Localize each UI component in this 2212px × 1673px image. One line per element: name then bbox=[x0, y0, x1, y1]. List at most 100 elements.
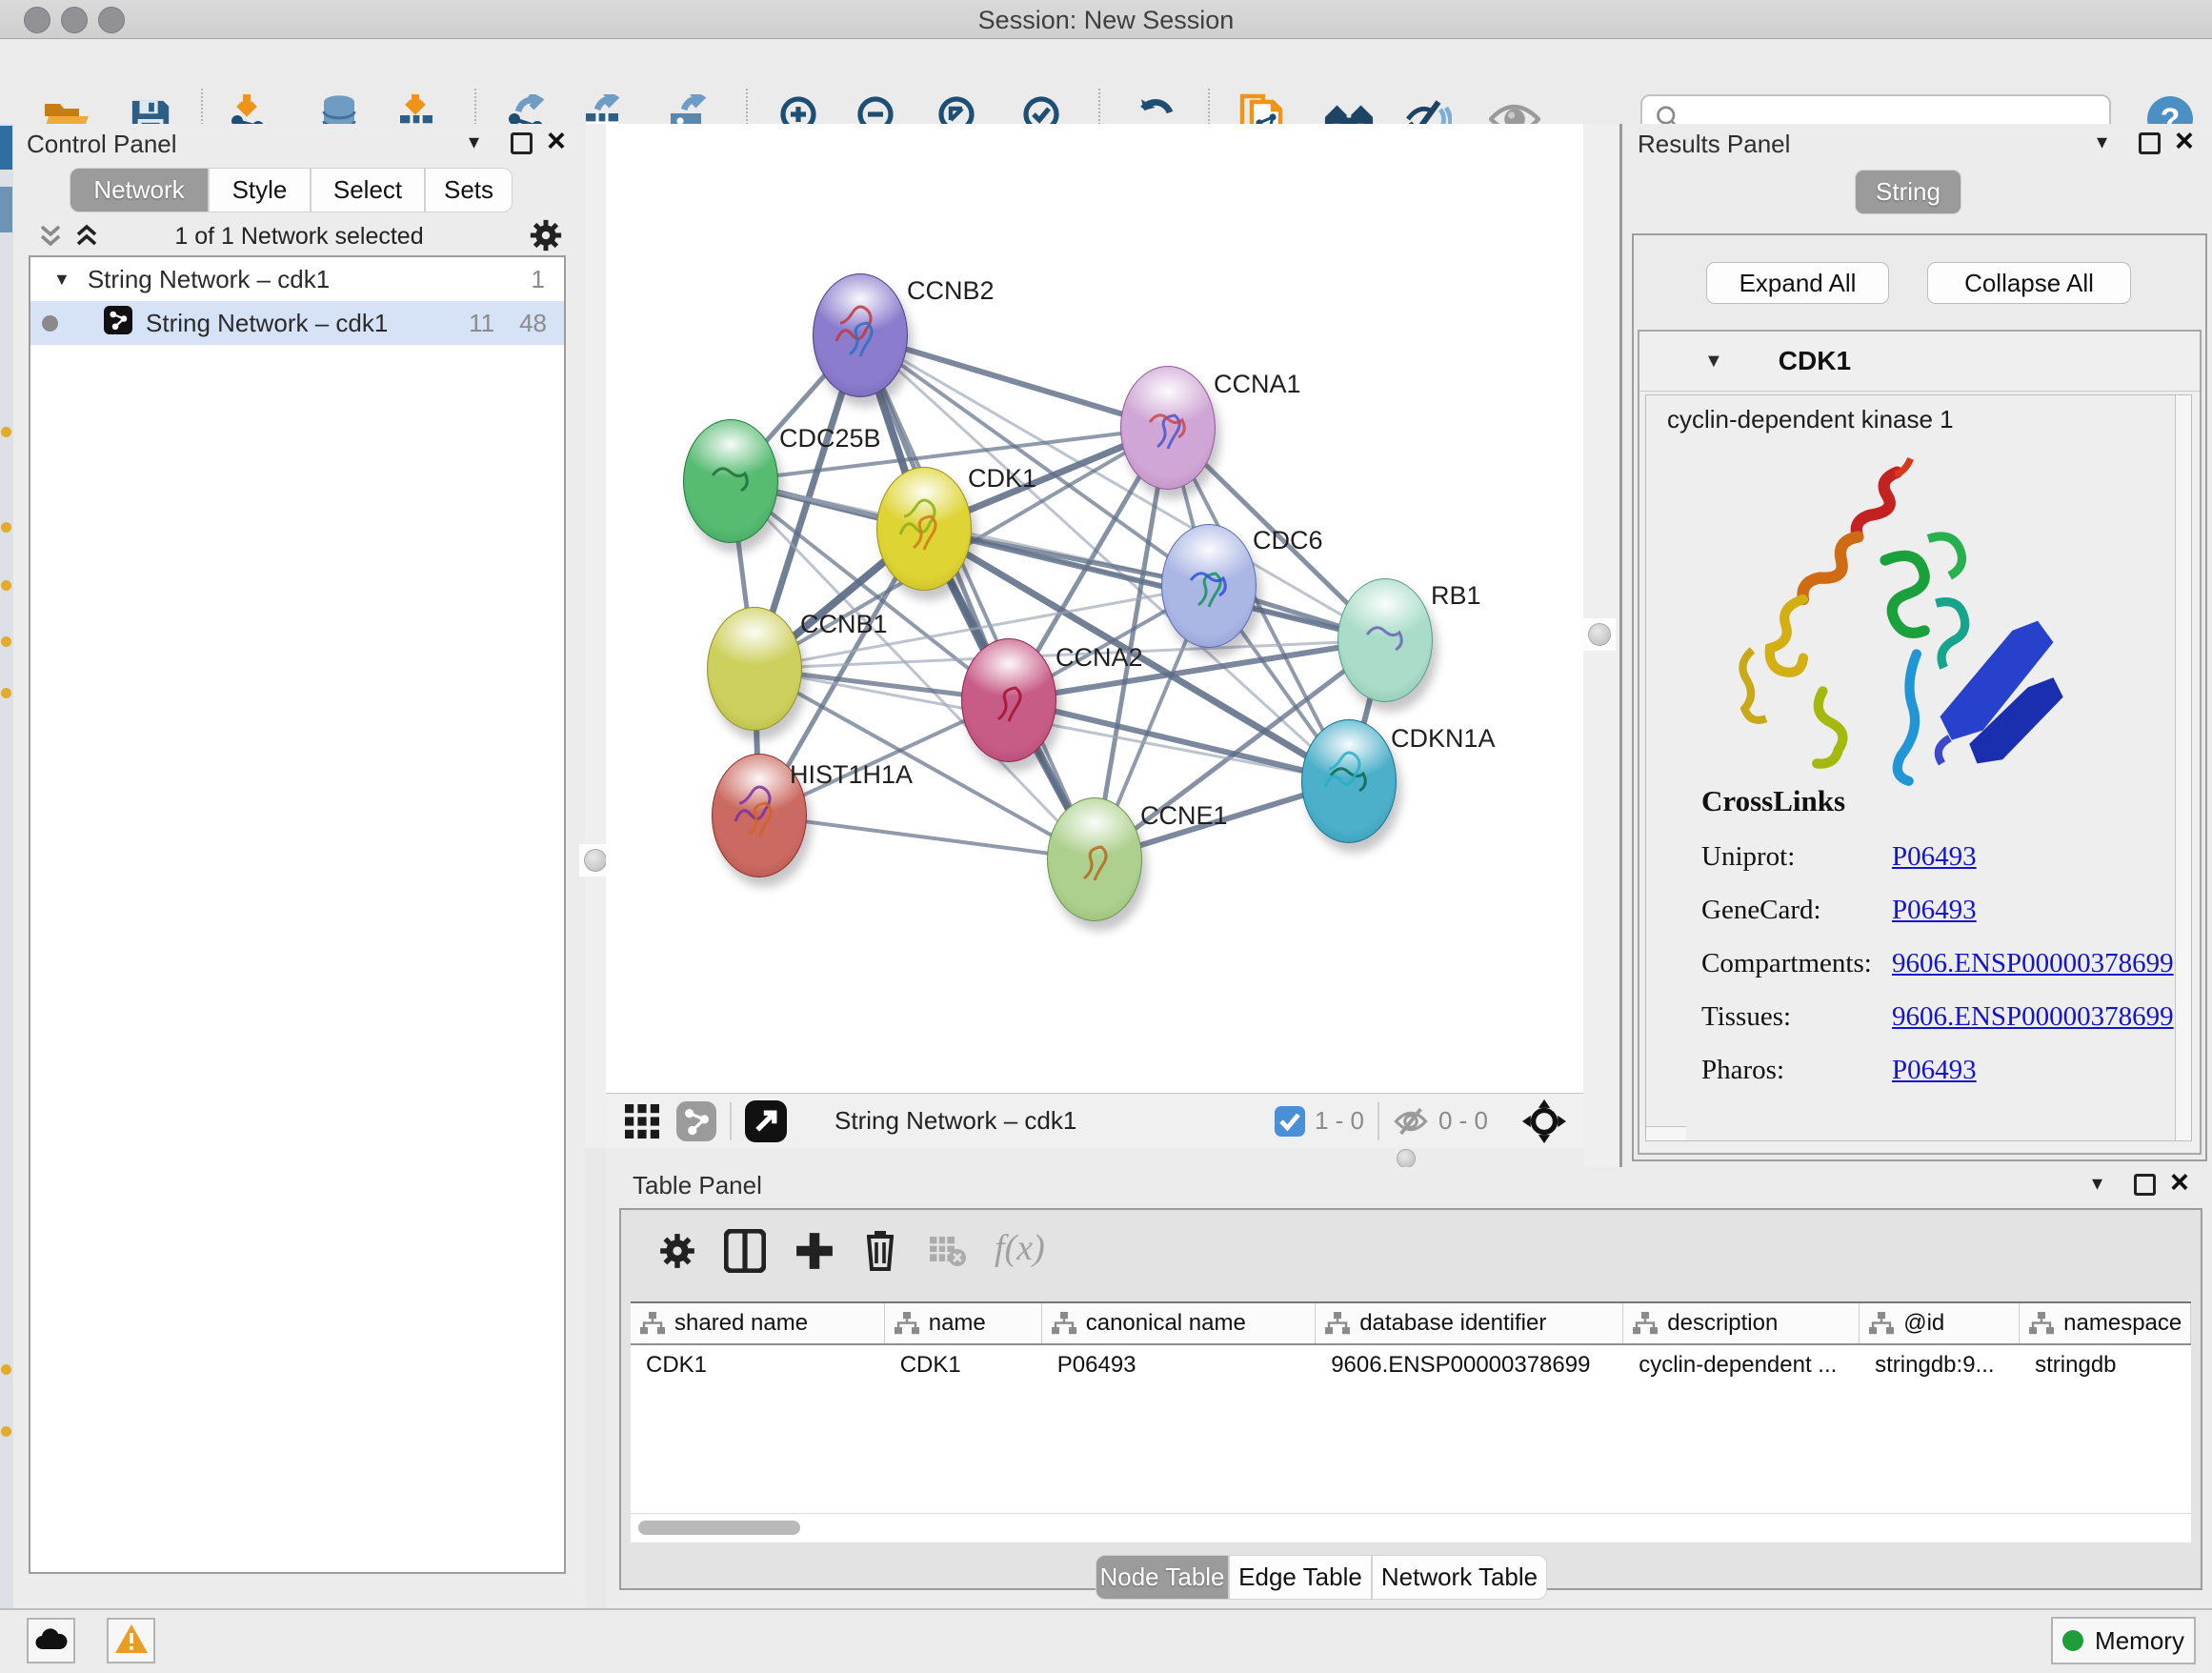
tab-string[interactable]: String bbox=[1855, 170, 1961, 214]
network-node-rb1[interactable] bbox=[1337, 578, 1433, 702]
node-label-ccna2: CCNA2 bbox=[1056, 643, 1143, 673]
tab-select[interactable]: Select bbox=[311, 168, 425, 212]
crosslink-link[interactable]: P06493 bbox=[1892, 1055, 1977, 1086]
network-node-ccnb2[interactable] bbox=[813, 273, 908, 397]
network-node-cdc6[interactable] bbox=[1161, 524, 1257, 648]
node-label-ccne1: CCNE1 bbox=[1140, 801, 1228, 831]
grid-view-icon[interactable] bbox=[623, 1102, 661, 1140]
network-node-ccne1[interactable] bbox=[1047, 797, 1142, 921]
crosslink-link[interactable]: P06493 bbox=[1892, 895, 1977, 926]
crosslink-label: Pharos: bbox=[1701, 1055, 1892, 1086]
collection-label: String Network – cdk1 bbox=[88, 265, 330, 294]
tab-edge-table[interactable]: Edge Table bbox=[1229, 1555, 1372, 1600]
control-panel-float-icon[interactable] bbox=[511, 132, 533, 154]
column-header-name[interactable]: name bbox=[885, 1303, 1042, 1343]
right-splitter[interactable] bbox=[1583, 124, 1619, 1167]
crosslink-label: GeneCard: bbox=[1701, 895, 1892, 926]
results-panel-close-icon[interactable]: × bbox=[2175, 131, 2194, 151]
network-node-ccna2[interactable] bbox=[961, 638, 1056, 762]
control-panel-collapse-icon[interactable]: ▾ bbox=[469, 130, 479, 154]
crosslinks-section: CrossLinks Uniprot:P06493GeneCard:P06493… bbox=[1701, 784, 2178, 1108]
collapse-all-button[interactable]: Collapse All bbox=[1927, 262, 2131, 304]
protein-ribbon-thumb bbox=[975, 660, 1042, 741]
network-collection-row[interactable]: ▼ String Network – cdk1 1 bbox=[30, 257, 564, 301]
table-row[interactable]: CDK1CDK1P064939606.ENSP00000378699cyclin… bbox=[631, 1345, 2191, 1385]
add-column-icon[interactable] bbox=[794, 1231, 835, 1271]
protein-structure-image bbox=[1694, 445, 2075, 826]
warning-status-button[interactable] bbox=[107, 1618, 155, 1663]
node-label-cdkn1a: CDKN1A bbox=[1391, 724, 1496, 754]
string-results-box: Expand All Collapse All ▼ CDK1 cyclin-de… bbox=[1632, 233, 2207, 1161]
column-header-description[interactable]: description bbox=[1623, 1303, 1860, 1343]
table-gear-icon[interactable] bbox=[657, 1231, 697, 1271]
table-panel-close-icon[interactable]: × bbox=[2170, 1173, 2189, 1192]
tab-style[interactable]: Style bbox=[209, 168, 311, 212]
network-node-ccna1[interactable] bbox=[1120, 366, 1216, 490]
column-header-database-identifier[interactable]: database identifier bbox=[1316, 1303, 1623, 1343]
network-node-cdk1[interactable] bbox=[876, 467, 972, 591]
results-horizontal-scrollbar[interactable] bbox=[1646, 1126, 1686, 1140]
bottom-splitter[interactable] bbox=[606, 1147, 1583, 1167]
table-cell: cyclin-dependent ... bbox=[1623, 1345, 1860, 1385]
memory-button[interactable]: Memory bbox=[2051, 1617, 2196, 1664]
crosslink-label: Uniprot: bbox=[1701, 841, 1892, 873]
hidden-count: 0 - 0 bbox=[1438, 1106, 1488, 1136]
detach-view-icon[interactable] bbox=[745, 1100, 787, 1142]
table-panel-collapse-icon[interactable]: ▾ bbox=[2092, 1171, 2102, 1196]
crosslink-link[interactable]: 9606.ENSP00000378699 bbox=[1892, 948, 2174, 979]
selected-checkbox-icon[interactable] bbox=[1275, 1106, 1305, 1137]
crosslink-link[interactable]: P06493 bbox=[1892, 841, 1977, 873]
expand-all-button[interactable]: Expand All bbox=[1706, 262, 1889, 304]
table-body[interactable]: CDK1CDK1P064939606.ENSP00000378699cyclin… bbox=[631, 1345, 2191, 1385]
table-panel-float-icon[interactable] bbox=[2134, 1174, 2156, 1196]
column-header--id[interactable]: @id bbox=[1860, 1303, 2020, 1343]
network-row-selected[interactable]: String Network – cdk1 11 48 bbox=[30, 301, 564, 345]
select-columns-icon[interactable] bbox=[724, 1229, 766, 1273]
table-cell: CDK1 bbox=[885, 1345, 1042, 1385]
table-panel: Table Panel ▾ × f(x) shared namenamecano… bbox=[606, 1167, 2212, 1608]
tab-network[interactable]: Network bbox=[70, 168, 209, 212]
network-node-cdc25b[interactable] bbox=[683, 419, 778, 543]
network-selection-status: 1 of 1 Network selected bbox=[118, 223, 480, 251]
expand-all-networks-icon[interactable] bbox=[36, 221, 65, 254]
node-table[interactable]: shared namenamecanonical namedatabase id… bbox=[631, 1301, 2191, 1515]
delete-column-icon[interactable] bbox=[861, 1227, 899, 1273]
protein-ribbon-thumb bbox=[697, 441, 764, 522]
table-panel-title: Table Panel bbox=[633, 1171, 762, 1200]
control-panel-close-icon[interactable]: × bbox=[547, 131, 566, 151]
results-vertical-scrollbar[interactable] bbox=[2175, 395, 2191, 1140]
gene-section-header[interactable]: ▼ CDK1 bbox=[1639, 332, 2200, 392]
network-overview-icon[interactable] bbox=[676, 1101, 716, 1141]
network-node-cdkn1a[interactable] bbox=[1301, 719, 1397, 843]
tab-sets[interactable]: Sets bbox=[425, 168, 513, 212]
column-header-namespace[interactable]: namespace bbox=[2020, 1303, 2191, 1343]
tab-node-table[interactable]: Node Table bbox=[1096, 1555, 1229, 1600]
column-header-canonical-name[interactable]: canonical name bbox=[1042, 1303, 1316, 1343]
gene-symbol: CDK1 bbox=[1779, 346, 1851, 376]
table-horizontal-scrollbar[interactable] bbox=[631, 1513, 2191, 1542]
status-bar: Memory bbox=[0, 1608, 2212, 1673]
memory-label: Memory bbox=[2095, 1626, 2184, 1656]
results-panel-collapse-icon[interactable]: ▾ bbox=[2097, 130, 2107, 154]
left-splitter[interactable] bbox=[585, 124, 606, 1148]
gene-collapse-icon[interactable]: ▼ bbox=[1704, 351, 1723, 373]
crosslink-link[interactable]: 9606.ENSP00000378699 bbox=[1892, 1001, 2174, 1033]
network-canvas[interactable]: CCNB2CCNA1CDC25BCDK1CDC6RB1CCNB1CCNA2CDK… bbox=[606, 124, 1583, 1093]
network-node-ccnb1[interactable] bbox=[707, 607, 802, 731]
birds-eye-crosshair-icon[interactable] bbox=[1522, 1099, 1566, 1143]
table-header-row[interactable]: shared namenamecanonical namedatabase id… bbox=[631, 1303, 2191, 1345]
column-header-shared-name[interactable]: shared name bbox=[631, 1303, 885, 1343]
table-scroll-thumb[interactable] bbox=[638, 1521, 800, 1535]
tab-network-table[interactable]: Network Table bbox=[1372, 1555, 1547, 1600]
collapse-all-networks-icon[interactable] bbox=[72, 221, 101, 254]
titlebar: Session: New Session bbox=[0, 0, 2212, 39]
network-view-toolbar: String Network – cdk1 1 - 0 0 - 0 bbox=[606, 1093, 1583, 1148]
cloud-status-button[interactable] bbox=[27, 1618, 75, 1663]
results-panel-title: Results Panel bbox=[1638, 130, 1790, 159]
node-label-cdc6: CDC6 bbox=[1253, 526, 1323, 555]
collection-expand-icon[interactable]: ▼ bbox=[53, 270, 70, 290]
network-label: String Network – cdk1 bbox=[146, 309, 388, 338]
network-options-gear-icon[interactable] bbox=[528, 217, 564, 258]
protein-ribbon-thumb bbox=[827, 295, 894, 376]
results-panel-float-icon[interactable] bbox=[2139, 132, 2161, 154]
